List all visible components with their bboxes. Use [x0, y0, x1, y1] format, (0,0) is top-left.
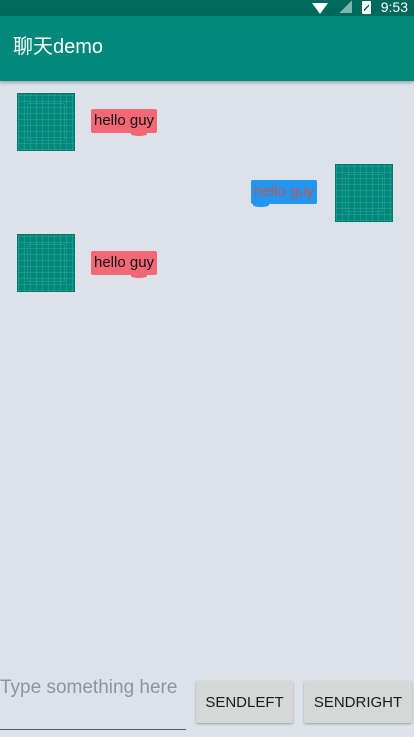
status-icons: 9:53: [311, 0, 408, 16]
message-bubble-left: hello guy: [91, 251, 158, 278]
message-bubble-left: hello guy: [91, 109, 158, 136]
message-input[interactable]: [0, 675, 186, 730]
send-left-button[interactable]: SENDLEFT: [196, 681, 293, 723]
message-bubble-right: hello guy: [251, 180, 318, 207]
status-bar: 9:53: [0, 0, 414, 16]
signal-icon: [337, 1, 352, 13]
battery-icon: [361, 0, 371, 14]
send-right-button[interactable]: SENDRIGHT: [304, 681, 412, 723]
wifi-icon: [311, 2, 328, 14]
app-title: 聊天demo: [13, 36, 104, 58]
avatar-left: [17, 93, 75, 151]
avatar-right: [335, 164, 393, 222]
app-bar: 聊天demo: [0, 16, 414, 81]
chat-list[interactable]: hello guy hello guy hello guy: [0, 81, 414, 671]
avatar-left: [17, 234, 75, 292]
status-time: 9:53: [380, 0, 408, 15]
input-bar: SENDLEFT SENDRIGHT: [0, 671, 414, 737]
